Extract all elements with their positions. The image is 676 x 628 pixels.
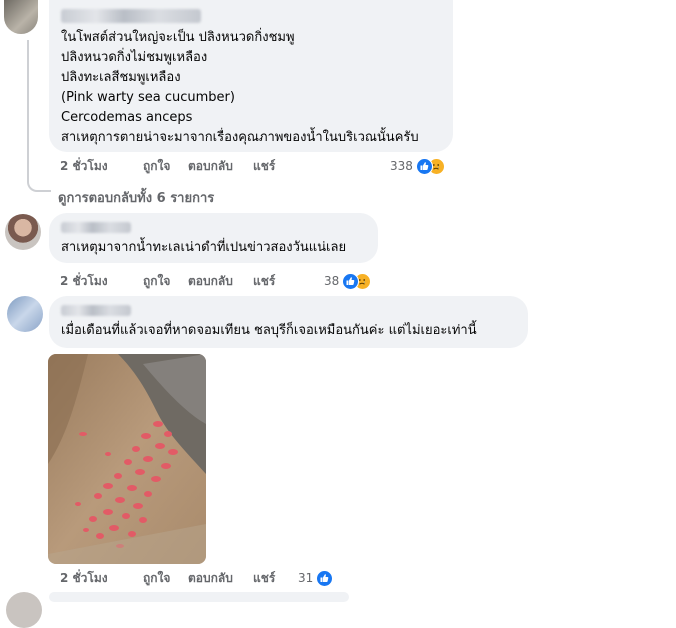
share-button[interactable]: แชร์ — [253, 157, 275, 175]
reply-button[interactable]: ตอบกลับ — [188, 569, 233, 587]
reaction-summary[interactable]: 31 — [298, 568, 334, 588]
timestamp-link[interactable]: 2 ชั่วโมง — [60, 569, 108, 587]
reaction-summary[interactable]: 338 — [390, 156, 445, 176]
like-button[interactable]: ถูกใจ — [143, 157, 170, 175]
comment-text-line: สาเหตุมาจากน้ำทะเลเน่าดำที่เปนข่าวสองวัน… — [61, 240, 347, 255]
commenter-name-blurred[interactable] — [61, 9, 201, 23]
commenter-avatar[interactable] — [4, 0, 38, 34]
commenter-name-blurred[interactable] — [61, 305, 131, 316]
comment-text-line: เมื่อเดือนที่แล้วเจอที่หาดจอมเทียน ชลบุร… — [61, 323, 477, 338]
reply-button[interactable]: ตอบกลับ — [188, 272, 233, 290]
comment-actions: 2 ชั่วโมง ถูกใจ ตอบกลับ แชร์ — [60, 569, 300, 587]
commenter-avatar[interactable] — [6, 592, 42, 628]
comment-text-line: ปลิงทะเลสีชมพูเหลือง — [61, 70, 181, 85]
like-button[interactable]: ถูกใจ — [143, 569, 170, 587]
timestamp-link[interactable]: 2 ชั่วโมง — [60, 272, 108, 290]
comment-bubble: สาเหตุมาจากน้ำทะเลเน่าดำที่เปนข่าวสองวัน… — [49, 213, 378, 263]
reaction-count: 31 — [298, 571, 314, 585]
view-replies-link[interactable]: ดูการตอบกลับทั้ง 6 รายการ — [58, 187, 214, 208]
like-icon — [342, 272, 360, 290]
comment-text-line: สาเหตุการตายน่าจะมาจากเรื่องคุณภาพของน้ำ… — [61, 130, 419, 145]
like-icon — [415, 157, 433, 175]
share-button[interactable]: แชร์ — [253, 272, 275, 290]
comment-text-line: ในโพสต์ส่วนใหญ่จะเป็น ปลิงหนวดกิ่งชมพู — [61, 30, 295, 45]
reaction-count: 38 — [324, 274, 340, 288]
timestamp-link[interactable]: 2 ชั่วโมง — [60, 157, 108, 175]
next-comment-bubble — [49, 592, 349, 602]
like-button[interactable]: ถูกใจ — [143, 272, 170, 290]
commenter-name-blurred[interactable] — [61, 222, 131, 233]
commenter-avatar[interactable] — [7, 296, 43, 332]
comment-text-line: ปลิงหนวดกิ่งไม่ชมพูเหลือง — [61, 50, 208, 65]
reply-thread-line — [27, 40, 51, 192]
comment-actions: 2 ชั่วโมง ถูกใจ ตอบกลับ แชร์ — [60, 157, 300, 175]
reaction-count: 338 — [390, 159, 413, 173]
comment-bubble: เมื่อเดือนที่แล้วเจอที่หาดจอมเทียน ชลบุร… — [49, 296, 528, 348]
share-button[interactable]: แชร์ — [253, 569, 275, 587]
commenter-avatar[interactable] — [5, 214, 41, 250]
comment-text-line: (Pink warty sea cucumber) — [61, 90, 235, 105]
comment-photo[interactable] — [48, 354, 206, 564]
reply-button[interactable]: ตอบกลับ — [188, 157, 233, 175]
comment-bubble: ในโพสต์ส่วนใหญ่จะเป็น ปลิงหนวดกิ่งชมพู ป… — [49, 0, 453, 152]
reaction-summary[interactable]: 38 — [324, 271, 372, 291]
like-icon — [316, 569, 334, 587]
comment-actions: 2 ชั่วโมง ถูกใจ ตอบกลับ แชร์ — [60, 272, 300, 290]
comment-text-line: Cercodemas anceps — [61, 110, 193, 125]
